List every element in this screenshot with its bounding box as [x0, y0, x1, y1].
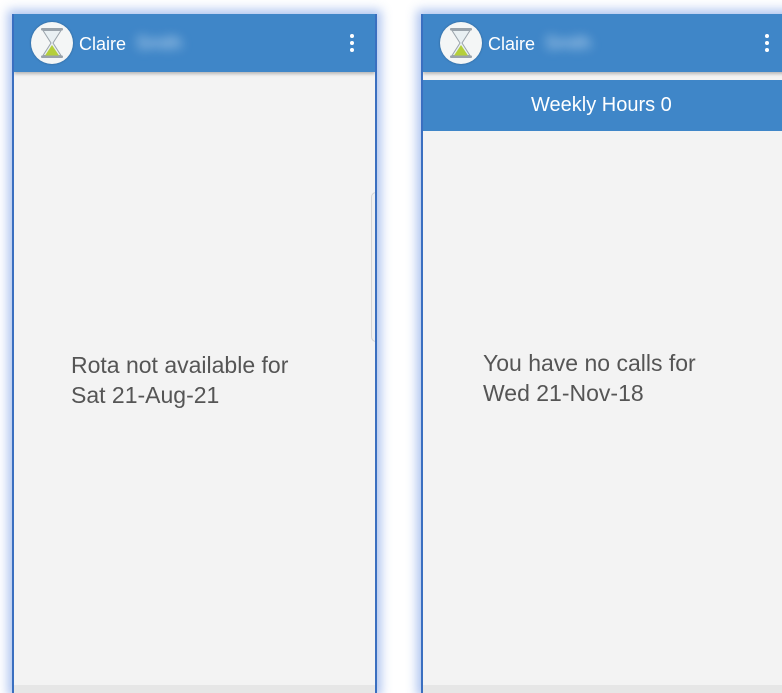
user-first-name: Claire: [488, 34, 536, 54]
rota-screen: Claire Smith Rota not available for Sat …: [12, 14, 377, 693]
rota-empty-line1: Rota not available for: [71, 352, 289, 378]
calls-empty-date: Wed 21-Nov-18: [483, 380, 644, 406]
rota-empty-message: Rota not available for Sat 21-Aug-21: [71, 350, 288, 410]
side-scroll-handle[interactable]: [371, 192, 375, 342]
calls-empty-line1: You have no calls for: [483, 350, 696, 376]
more-vert-icon[interactable]: [760, 34, 774, 54]
calls-screen: Claire Smith Weekly Hours 0 You have no …: [421, 14, 782, 693]
calls-empty-message: You have no calls for Wed 21-Nov-18: [483, 348, 696, 408]
app-bar: Claire Smith: [14, 14, 375, 72]
bottom-strip: [423, 685, 782, 693]
user-last-name-blurred: Smith: [136, 33, 183, 53]
more-vert-icon[interactable]: [345, 34, 359, 54]
app-bar: Claire Smith: [423, 14, 782, 72]
user-last-name-blurred: Smith: [545, 33, 592, 53]
rota-empty-date: Sat 21-Aug-21: [71, 382, 220, 408]
bottom-strip: [14, 685, 375, 693]
weekly-hours-label: Weekly Hours 0: [531, 94, 672, 116]
hourglass-icon[interactable]: [31, 22, 73, 64]
user-first-name: Claire: [79, 34, 127, 54]
weekly-hours-banner: Weekly Hours 0: [423, 80, 782, 131]
hourglass-icon[interactable]: [440, 22, 482, 64]
